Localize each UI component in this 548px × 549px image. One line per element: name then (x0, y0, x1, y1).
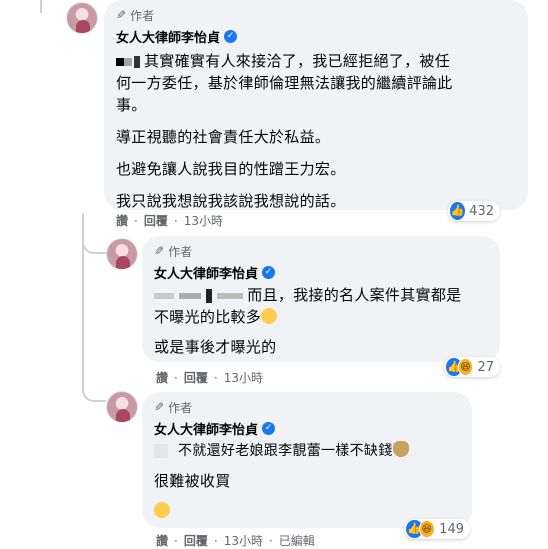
like-link[interactable]: 讚 (156, 532, 168, 549)
commenter-name[interactable]: 女人大律師李怡貞 (154, 263, 258, 282)
comment-actions: 讚 · 回覆 · 13小時 (116, 212, 223, 229)
reaction-count: 149 (439, 521, 464, 537)
timestamp[interactable]: 13小時 (224, 532, 263, 549)
redacted-emoji (124, 57, 132, 66)
author-badge: ✎ 作者 (116, 6, 516, 24)
comment-text: 其實確實有人來接洽了，我已經拒絕了，被任 何一方委任，基於律師倫理無法讓我的繼續… (116, 52, 453, 114)
comment-text: 不就還好老娘跟李靚蕾一樣不缺錢 (154, 440, 460, 462)
timestamp[interactable]: 13小時 (184, 212, 223, 229)
reply-link[interactable]: 回覆 (144, 212, 168, 229)
reaction-summary[interactable]: 👍 432 (448, 201, 500, 221)
commenter-name[interactable]: 女人大律師李怡貞 (116, 27, 220, 46)
timestamp[interactable]: 13小時 (224, 369, 263, 386)
comment-text: 或是事後才曝光的 (154, 338, 277, 356)
author-badge-label: 作者 (168, 400, 193, 415)
comment-actions: 讚 · 回覆 · 13小時 (156, 369, 263, 386)
comment-bubble: ✎ 作者 女人大律師李怡貞 ✓ 不就還好老娘跟李靚蕾一樣不缺錢 很難被收買 (142, 392, 472, 528)
like-link[interactable]: 讚 (116, 212, 128, 229)
thread-line-top (40, 0, 42, 13)
redacted-text (154, 292, 174, 299)
like-link[interactable]: 讚 (156, 369, 168, 386)
comment-text: 也避免讓人說我目的性蹭王力宏。 (116, 160, 346, 178)
author-badge-label: 作者 (168, 244, 193, 259)
comment-bubble: ✎ 作者 女人大律師李怡貞 ✓ 其實確實有人來接洽了，我已經拒絕了，被任 何一方… (104, 0, 528, 210)
commenter-avatar[interactable] (66, 2, 98, 34)
redacted-emoji (154, 444, 168, 458)
comment-text: 很難被收買 (154, 472, 231, 490)
reaction-count: 27 (477, 359, 494, 375)
verified-check-icon: ✓ (262, 265, 276, 279)
commenter-avatar[interactable] (106, 238, 138, 270)
commenter-avatar[interactable] (106, 391, 138, 423)
money-bag-emoji (392, 441, 409, 457)
reply-link[interactable]: 回覆 (184, 532, 208, 549)
pencil-icon: ✎ (116, 8, 127, 22)
haha-reaction-icon: 😆 (457, 358, 474, 376)
relieved-face-emoji (261, 308, 278, 324)
comment-bubble: ✎ 作者 女人大律師李怡貞 ✓ 而且，我接的名人案件其實都是 不曝光的比較多 或… (142, 236, 500, 362)
author-badge-label: 作者 (130, 8, 155, 23)
verified-check-icon: ✓ (262, 421, 276, 435)
thread-line-curve-1 (82, 230, 106, 254)
reaction-count: 432 (469, 203, 494, 219)
verified-check-icon: ✓ (224, 29, 238, 43)
redacted-emoji (116, 57, 124, 66)
like-reaction-icon: 👍 (450, 202, 466, 220)
author-badge: ✎ 作者 (154, 242, 488, 260)
comment-text: 而且，我接的名人案件其實都是 不曝光的比較多 (154, 286, 462, 326)
haha-reaction-icon: 😆 (418, 520, 436, 538)
author-badge: ✎ 作者 (154, 398, 460, 416)
pencil-icon: ✎ (154, 400, 165, 414)
redacted-emoji (134, 55, 140, 68)
pencil-icon: ✎ (154, 244, 165, 258)
edited-label[interactable]: 已編輯 (279, 532, 315, 549)
reply-link[interactable]: 回覆 (184, 369, 208, 386)
thread-line-curve-2 (82, 378, 106, 402)
reaction-summary[interactable]: 👍 😆 27 (444, 357, 500, 377)
relieved-face-emoji (154, 502, 170, 518)
redacted-text (179, 292, 202, 299)
reaction-summary[interactable]: 👍 😆 149 (404, 519, 470, 539)
redacted-text (217, 292, 244, 299)
commenter-name[interactable]: 女人大律師李怡貞 (154, 419, 258, 438)
redacted-text (206, 288, 213, 303)
comment-text: 導正視聽的社會責任大於私益。 (116, 128, 331, 146)
comment-actions: 讚 · 回覆 · 13小時 · 已編輯 (156, 532, 315, 549)
